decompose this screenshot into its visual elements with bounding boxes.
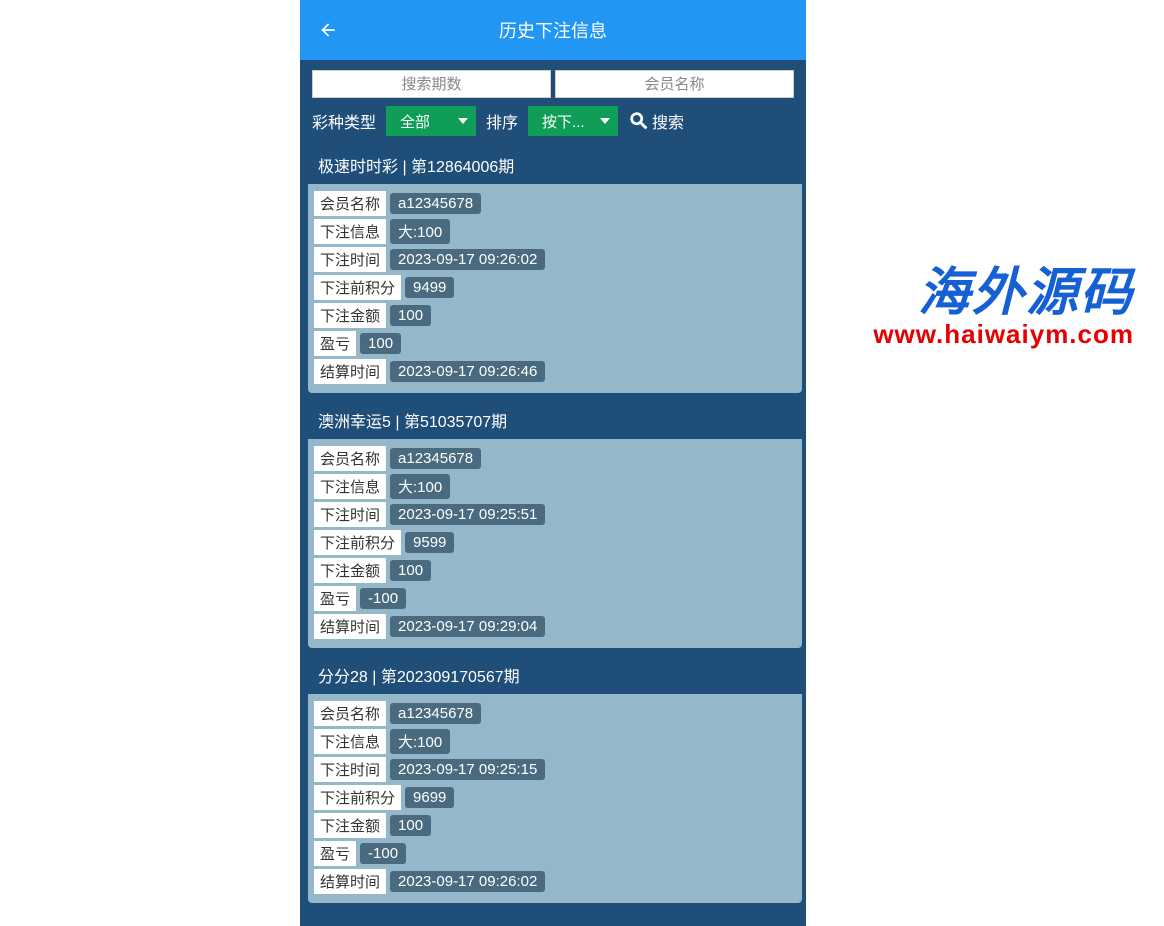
info-value: 100 bbox=[390, 305, 431, 326]
info-value: 9599 bbox=[405, 532, 454, 553]
header-bar: 历史下注信息 bbox=[300, 0, 806, 60]
info-value: 9699 bbox=[405, 787, 454, 808]
info-label: 会员名称 bbox=[314, 191, 386, 216]
info-label: 下注信息 bbox=[314, 474, 386, 499]
info-label: 下注前积分 bbox=[314, 275, 401, 300]
info-value: 100 bbox=[390, 815, 431, 836]
info-value: -100 bbox=[360, 843, 406, 864]
info-label: 下注前积分 bbox=[314, 530, 401, 555]
sort-value: 按下... bbox=[542, 114, 585, 131]
arrow-left-icon bbox=[318, 20, 338, 40]
info-row-profit: 盈亏-100 bbox=[314, 586, 796, 611]
sort-dropdown[interactable]: 按下... bbox=[528, 106, 618, 136]
info-row-pre-points: 下注前积分9499 bbox=[314, 275, 796, 300]
info-value: 100 bbox=[360, 333, 401, 354]
card-body: 会员名称a12345678下注信息大:100下注时间2023-09-17 09:… bbox=[308, 694, 802, 903]
watermark: 海外源码 www.haiwaiym.com bbox=[873, 250, 1134, 350]
info-label: 盈亏 bbox=[314, 841, 356, 866]
info-value: 100 bbox=[390, 560, 431, 581]
info-value: 2023-09-17 09:26:46 bbox=[390, 361, 545, 382]
lottery-type-value: 全部 bbox=[400, 114, 430, 131]
info-row-settle-time: 结算时间2023-09-17 09:26:02 bbox=[314, 869, 796, 894]
info-label: 下注时间 bbox=[314, 757, 386, 782]
card-header: 极速时时彩 | 第12864006期 bbox=[308, 146, 802, 184]
info-row-bet-time: 下注时间2023-09-17 09:26:02 bbox=[314, 247, 796, 272]
info-label: 下注信息 bbox=[314, 219, 386, 244]
info-label: 下注金额 bbox=[314, 558, 386, 583]
info-value: 大:100 bbox=[390, 729, 450, 754]
info-label: 下注时间 bbox=[314, 247, 386, 272]
info-value: 大:100 bbox=[390, 219, 450, 244]
info-value: a12345678 bbox=[390, 703, 481, 724]
info-value: a12345678 bbox=[390, 193, 481, 214]
card-header: 澳洲幸运5 | 第51035707期 bbox=[308, 401, 802, 439]
bet-record-card: 极速时时彩 | 第12864006期会员名称a12345678下注信息大:100… bbox=[308, 146, 802, 393]
info-row-member: 会员名称a12345678 bbox=[314, 191, 796, 216]
info-label: 盈亏 bbox=[314, 586, 356, 611]
info-value: -100 bbox=[360, 588, 406, 609]
info-label: 下注信息 bbox=[314, 729, 386, 754]
info-value: 大:100 bbox=[390, 474, 450, 499]
search-icon bbox=[628, 110, 650, 132]
info-label: 会员名称 bbox=[314, 446, 386, 471]
info-row-bet-time: 下注时间2023-09-17 09:25:51 bbox=[314, 502, 796, 527]
card-header: 分分28 | 第202309170567期 bbox=[308, 656, 802, 694]
watermark-text-cn: 海外源码 bbox=[873, 250, 1134, 325]
bet-record-card: 澳洲幸运5 | 第51035707期会员名称a12345678下注信息大:100… bbox=[308, 401, 802, 648]
lottery-type-dropdown[interactable]: 全部 bbox=[386, 106, 476, 136]
info-row-bet-info: 下注信息大:100 bbox=[314, 729, 796, 754]
info-value: 2023-09-17 09:26:02 bbox=[390, 249, 545, 270]
info-row-settle-time: 结算时间2023-09-17 09:29:04 bbox=[314, 614, 796, 639]
info-value: 2023-09-17 09:26:02 bbox=[390, 871, 545, 892]
info-value: 2023-09-17 09:25:51 bbox=[390, 504, 545, 525]
info-row-pre-points: 下注前积分9599 bbox=[314, 530, 796, 555]
info-row-pre-points: 下注前积分9699 bbox=[314, 785, 796, 810]
info-label: 盈亏 bbox=[314, 331, 356, 356]
records-scroll-area[interactable]: 极速时时彩 | 第12864006期会员名称a12345678下注信息大:100… bbox=[300, 142, 806, 912]
caret-down-icon bbox=[458, 118, 468, 124]
sort-label: 排序 bbox=[486, 109, 518, 133]
info-row-bet-amount: 下注金额100 bbox=[314, 813, 796, 838]
info-label: 结算时间 bbox=[314, 359, 386, 384]
card-body: 会员名称a12345678下注信息大:100下注时间2023-09-17 09:… bbox=[308, 439, 802, 648]
lottery-type-label: 彩种类型 bbox=[312, 109, 376, 133]
info-row-member: 会员名称a12345678 bbox=[314, 701, 796, 726]
info-row-bet-time: 下注时间2023-09-17 09:25:15 bbox=[314, 757, 796, 782]
card-header: 极速赛车 | 第32894741期 bbox=[308, 911, 802, 912]
info-row-bet-amount: 下注金额100 bbox=[314, 558, 796, 583]
control-row: 彩种类型 全部 排序 按下... 搜索 bbox=[312, 106, 794, 136]
info-label: 下注金额 bbox=[314, 303, 386, 328]
back-button[interactable] bbox=[308, 10, 348, 50]
period-search-input[interactable] bbox=[312, 70, 551, 98]
search-button[interactable]: 搜索 bbox=[628, 109, 684, 133]
member-search-input[interactable] bbox=[555, 70, 794, 98]
info-label: 结算时间 bbox=[314, 869, 386, 894]
page-title: 历史下注信息 bbox=[300, 17, 806, 43]
info-label: 下注金额 bbox=[314, 813, 386, 838]
info-value: 2023-09-17 09:29:04 bbox=[390, 616, 545, 637]
bet-record-card: 极速赛车 | 第32894741期会员名称a12345678下注信息大:100下… bbox=[308, 911, 802, 912]
info-label: 下注前积分 bbox=[314, 785, 401, 810]
info-row-profit: 盈亏100 bbox=[314, 331, 796, 356]
card-body: 会员名称a12345678下注信息大:100下注时间2023-09-17 09:… bbox=[308, 184, 802, 393]
search-button-label: 搜索 bbox=[652, 109, 684, 133]
info-value: 2023-09-17 09:25:15 bbox=[390, 759, 545, 780]
info-row-settle-time: 结算时间2023-09-17 09:26:46 bbox=[314, 359, 796, 384]
info-row-bet-info: 下注信息大:100 bbox=[314, 474, 796, 499]
info-value: a12345678 bbox=[390, 448, 481, 469]
watermark-text-url: www.haiwaiym.com bbox=[873, 319, 1134, 350]
info-row-bet-info: 下注信息大:100 bbox=[314, 219, 796, 244]
info-label: 下注时间 bbox=[314, 502, 386, 527]
bet-record-card: 分分28 | 第202309170567期会员名称a12345678下注信息大:… bbox=[308, 656, 802, 903]
input-row bbox=[312, 70, 794, 98]
app-frame: 历史下注信息 彩种类型 全部 排序 按下... 搜索 极速时时彩 | 第1286… bbox=[300, 0, 806, 926]
info-value: 9499 bbox=[405, 277, 454, 298]
info-label: 结算时间 bbox=[314, 614, 386, 639]
filter-bar: 彩种类型 全部 排序 按下... 搜索 bbox=[300, 60, 806, 142]
info-label: 会员名称 bbox=[314, 701, 386, 726]
caret-down-icon bbox=[600, 118, 610, 124]
info-row-member: 会员名称a12345678 bbox=[314, 446, 796, 471]
info-row-bet-amount: 下注金额100 bbox=[314, 303, 796, 328]
info-row-profit: 盈亏-100 bbox=[314, 841, 796, 866]
